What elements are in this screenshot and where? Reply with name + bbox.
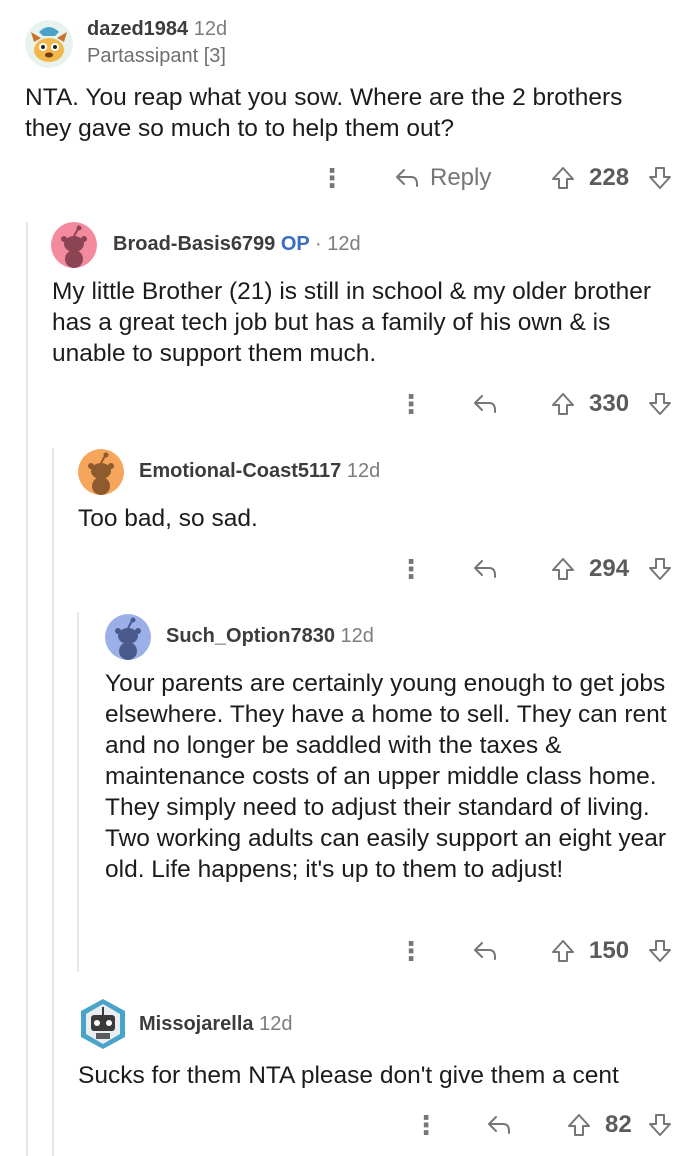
downvote-button[interactable] (647, 160, 673, 196)
username[interactable]: Missojarella (139, 1013, 254, 1035)
user-flair: Partassipant [3] (87, 45, 226, 67)
timestamp: 12d (259, 1013, 293, 1035)
reply-arrow-icon (396, 169, 418, 187)
avatar[interactable] (78, 449, 124, 495)
downvote-button[interactable] (647, 551, 673, 587)
upvote-button[interactable] (550, 551, 576, 587)
downvote-button[interactable] (647, 386, 673, 422)
reply-label: Reply (430, 164, 492, 191)
vote-score: 294 (589, 555, 630, 582)
comment-3-header: Emotional-Coast5117 12d (139, 460, 380, 483)
reply-button[interactable] (472, 933, 498, 969)
comment-2-actions: ⋮ 330 (0, 386, 700, 422)
timestamp: 12d (327, 233, 361, 255)
reply-arrow-icon (474, 560, 496, 578)
comment-5-header: Missojarella 12d (139, 1013, 292, 1036)
thread-line-level-1[interactable] (26, 222, 28, 1156)
more-options-icon[interactable]: ⋮ (319, 160, 345, 196)
comment-body: My little Brother (21) is still in schoo… (52, 278, 652, 367)
upvote-arrow-icon (552, 167, 574, 189)
reply-button[interactable]: Reply (394, 160, 491, 196)
reply-arrow-icon (474, 942, 496, 960)
downvote-button[interactable] (647, 933, 673, 969)
comment-4-actions: ⋮ 150 (0, 933, 700, 969)
vote-score: 228 (589, 164, 630, 191)
upvote-arrow-icon (568, 1114, 590, 1136)
upvote-arrow-icon (552, 393, 574, 415)
avatar[interactable] (78, 997, 128, 1051)
timestamp: 12d (346, 460, 381, 482)
vote-score: 82 (605, 1111, 632, 1138)
upvote-button[interactable] (550, 386, 576, 422)
downvote-button[interactable] (647, 1107, 673, 1143)
more-options-icon[interactable]: ⋮ (398, 386, 424, 422)
thread-line-level-3[interactable] (77, 612, 79, 972)
username[interactable]: dazed1984 (87, 18, 188, 40)
snoo-avatar-icon (78, 449, 124, 495)
comment-body: NTA. You reap what you sow. Where are th… (25, 84, 623, 142)
more-options-icon[interactable]: ⋮ (398, 933, 424, 969)
robot-avatar-icon (81, 999, 125, 1049)
username[interactable]: Broad-Basis6799 (113, 233, 275, 255)
vote-score: 150 (589, 937, 630, 964)
reply-button[interactable] (472, 551, 498, 587)
reply-arrow-icon (488, 1116, 510, 1134)
downvote-arrow-icon (649, 167, 671, 189)
username[interactable]: Emotional-Coast5117 (139, 460, 341, 482)
comment-5-actions: ⋮ 82 (0, 1107, 700, 1143)
upvote-button[interactable] (550, 160, 576, 196)
upvote-arrow-icon (552, 940, 574, 962)
avatar[interactable] (105, 614, 151, 660)
downvote-arrow-icon (649, 940, 671, 962)
snoo-avatar-icon (105, 614, 151, 660)
upvote-arrow-icon (552, 558, 574, 580)
comment-2-header: Broad-Basis6799 OP · 12d (113, 233, 361, 256)
comment-body: Sucks for them NTA please don't give the… (78, 1062, 619, 1089)
comment-body: Too bad, so sad. (78, 505, 258, 532)
comment-3-actions: ⋮ 294 (0, 551, 700, 587)
comment-1-actions: ⋮ Reply 228 (0, 160, 700, 196)
avatar[interactable] (51, 222, 97, 268)
downvote-arrow-icon (649, 558, 671, 580)
downvote-arrow-icon (649, 1114, 671, 1136)
reply-button[interactable] (486, 1107, 512, 1143)
upvote-button[interactable] (550, 933, 576, 969)
avatar[interactable] (25, 20, 73, 68)
reply-arrow-icon (474, 395, 496, 413)
username[interactable]: Such_Option7830 (166, 625, 335, 647)
reply-button[interactable] (472, 386, 498, 422)
comment-1-header: dazed1984 12d (87, 18, 227, 41)
more-options-icon[interactable]: ⋮ (398, 551, 424, 587)
downvote-arrow-icon (649, 393, 671, 415)
avatar-dog-icon (25, 20, 73, 68)
vote-score: 330 (589, 390, 630, 417)
snoo-avatar-icon (51, 222, 97, 268)
separator-dot: · (314, 233, 322, 255)
upvote-button[interactable] (566, 1107, 592, 1143)
comment-body: Your parents are certainly young enough … (105, 670, 667, 883)
timestamp: 12d (340, 625, 374, 647)
more-options-icon[interactable]: ⋮ (413, 1107, 439, 1143)
op-badge: OP (280, 233, 310, 255)
comment-4-header: Such_Option7830 12d (166, 625, 374, 648)
timestamp: 12d (193, 18, 228, 40)
